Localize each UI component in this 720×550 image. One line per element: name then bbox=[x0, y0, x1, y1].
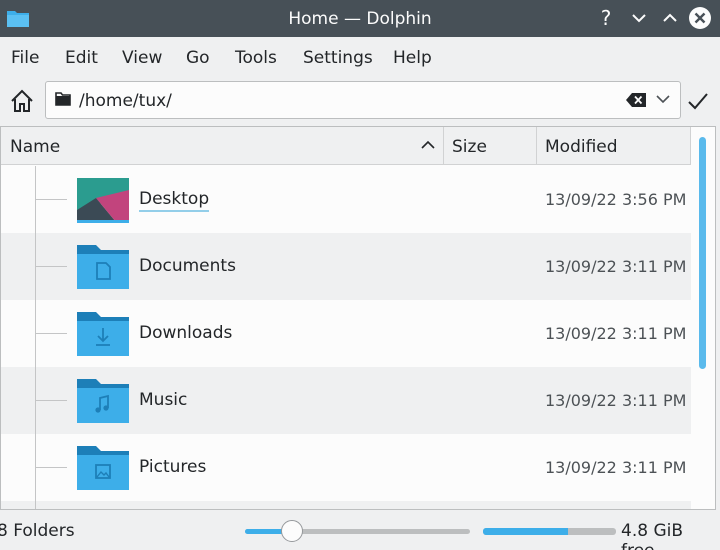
maximize-icon[interactable] bbox=[658, 6, 682, 30]
menu-view[interactable]: View bbox=[120, 46, 164, 70]
file-row-partial bbox=[1, 501, 691, 509]
file-modified: 13/09/22 3:11 PM bbox=[545, 324, 687, 343]
menu-help[interactable]: Help bbox=[391, 46, 434, 70]
help-icon[interactable]: ? bbox=[594, 6, 618, 30]
file-row-desktop[interactable]: Desktop 13/09/22 3:56 PM bbox=[1, 166, 691, 233]
menu-bar: File Edit View Go Tools Settings Help bbox=[0, 37, 720, 77]
free-space-bar-fill bbox=[483, 528, 569, 535]
downloads-folder-icon bbox=[77, 312, 129, 356]
tree-line bbox=[35, 467, 67, 468]
file-row-downloads[interactable]: Downloads 13/09/22 3:11 PM bbox=[1, 300, 691, 367]
free-space-label[interactable]: 4.8 GiB free bbox=[621, 521, 720, 550]
file-modified: 13/09/22 3:11 PM bbox=[545, 257, 687, 276]
file-name: Pictures bbox=[139, 457, 207, 477]
tree-line bbox=[35, 199, 67, 200]
file-name: Music bbox=[139, 390, 188, 410]
file-row-documents[interactable]: Documents 13/09/22 3:11 PM bbox=[1, 233, 691, 300]
chevron-down-icon[interactable] bbox=[656, 94, 670, 104]
tree-line bbox=[35, 266, 67, 267]
checkmark-icon[interactable] bbox=[686, 89, 710, 113]
clear-text-icon[interactable] bbox=[625, 92, 647, 108]
home-icon[interactable] bbox=[8, 87, 36, 115]
desktop-folder-icon bbox=[77, 178, 129, 223]
close-icon[interactable] bbox=[688, 6, 712, 30]
zoom-slider-handle[interactable] bbox=[281, 520, 304, 542]
folder-icon bbox=[55, 92, 71, 106]
minimize-icon[interactable] bbox=[627, 6, 651, 30]
location-bar[interactable]: /home/tux/ bbox=[45, 81, 681, 119]
tree-line bbox=[35, 501, 36, 509]
zoom-slider[interactable] bbox=[245, 520, 470, 542]
free-space-bar[interactable] bbox=[483, 528, 616, 535]
scrollbar-thumb[interactable] bbox=[699, 137, 706, 369]
file-row-music[interactable]: Music 13/09/22 3:11 PM bbox=[1, 367, 691, 434]
column-size[interactable]: Size bbox=[444, 127, 537, 165]
column-name[interactable]: Name bbox=[1, 127, 444, 165]
file-row-pictures[interactable]: Pictures 13/09/22 3:11 PM bbox=[1, 434, 691, 501]
file-name: Documents bbox=[139, 256, 236, 276]
vertical-scrollbar[interactable] bbox=[691, 127, 715, 509]
file-name: Desktop bbox=[139, 189, 210, 212]
file-name: Downloads bbox=[139, 323, 233, 343]
menu-edit[interactable]: Edit bbox=[63, 46, 100, 70]
pictures-folder-icon bbox=[77, 446, 129, 490]
file-view[interactable]: Name Size Modified Desktop 13/09/22 3:56… bbox=[0, 126, 716, 510]
tree-line bbox=[35, 333, 67, 334]
location-toolbar: /home/tux/ bbox=[0, 77, 720, 125]
column-modified[interactable]: Modified bbox=[537, 127, 691, 165]
menu-go[interactable]: Go bbox=[184, 46, 212, 70]
svg-text:?: ? bbox=[601, 6, 612, 30]
status-bar: 8 Folders 4.8 GiB free bbox=[0, 512, 720, 550]
music-folder-icon bbox=[77, 379, 129, 423]
file-modified: 13/09/22 3:56 PM bbox=[545, 190, 687, 209]
title-bar: Home — Dolphin ? bbox=[0, 0, 720, 37]
location-path[interactable]: /home/tux/ bbox=[79, 91, 172, 111]
column-header: Name Size Modified bbox=[1, 127, 691, 165]
folder-count: 8 Folders bbox=[0, 521, 75, 541]
file-modified: 13/09/22 3:11 PM bbox=[545, 391, 687, 410]
sort-ascending-icon bbox=[421, 140, 435, 149]
menu-file[interactable]: File bbox=[9, 46, 41, 70]
menu-settings[interactable]: Settings bbox=[301, 46, 375, 70]
tree-line bbox=[35, 400, 67, 401]
file-modified: 13/09/22 3:11 PM bbox=[545, 458, 687, 477]
documents-folder-icon bbox=[77, 245, 129, 289]
menu-tools[interactable]: Tools bbox=[233, 46, 279, 70]
